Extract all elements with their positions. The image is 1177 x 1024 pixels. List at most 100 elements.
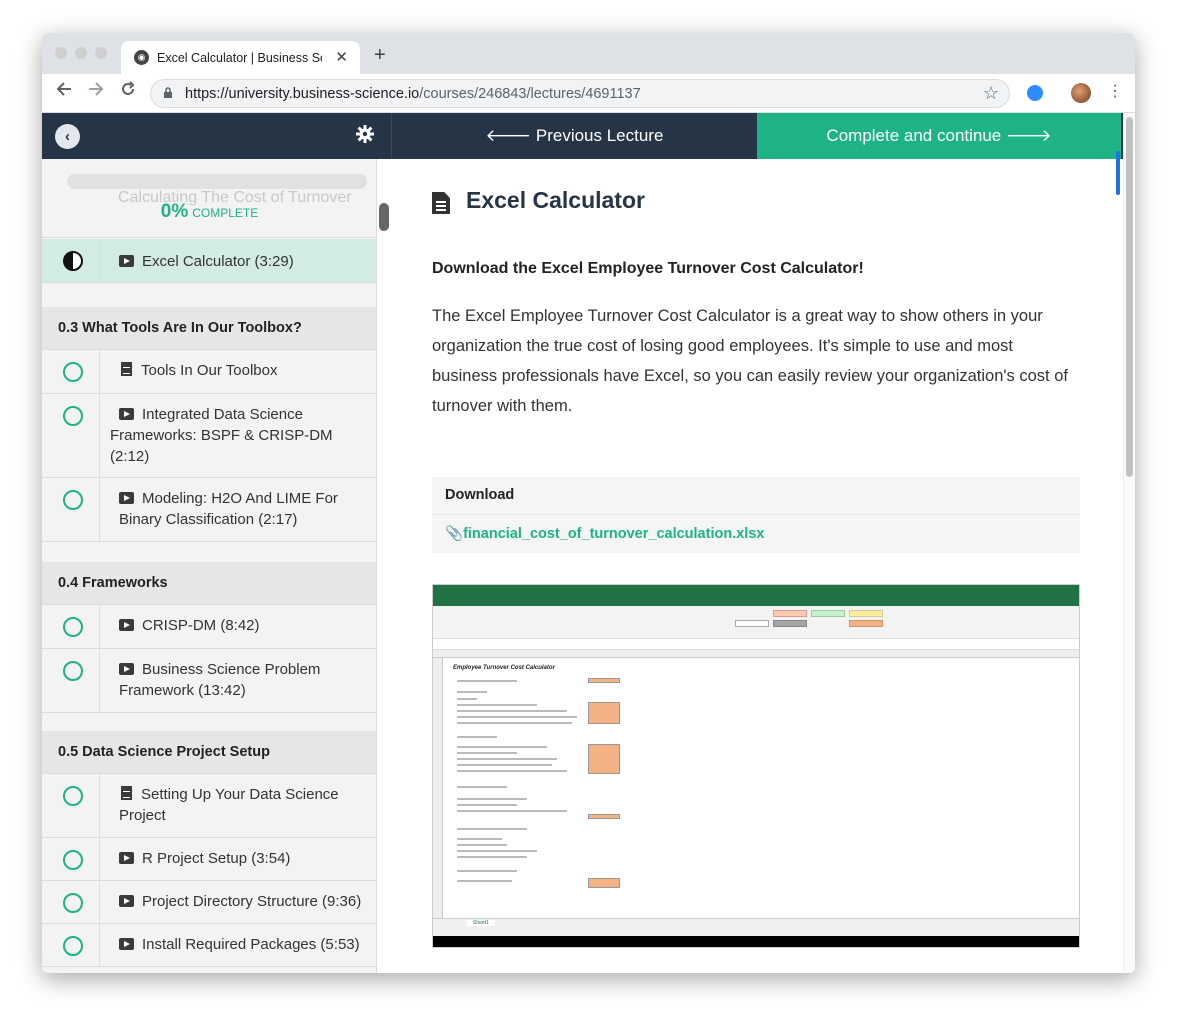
profile-avatar[interactable]	[1071, 83, 1091, 103]
lecture-label: Integrated Data Science Frameworks: BSPF…	[110, 404, 369, 467]
excel-row-headers	[433, 658, 443, 918]
progress-label: COMPLETE	[192, 206, 259, 220]
excel-sheet	[443, 658, 1079, 918]
excel-status-bar	[433, 928, 1079, 936]
lecture-title: Excel Calculator	[466, 187, 645, 213]
lecture-label: R Project Setup (3:54)	[119, 848, 369, 869]
arrow-right-icon: 🡒	[1001, 126, 1052, 145]
status-cell	[42, 649, 100, 712]
complete-and-continue-button[interactable]: Complete and continue 🡒	[757, 113, 1121, 159]
close-window-button[interactable]	[55, 47, 67, 59]
excel-sheet-tabs: Sheet1	[433, 918, 1079, 928]
incomplete-circle-icon	[63, 936, 83, 956]
lecture-title: Tools In Our Toolbox	[141, 362, 278, 379]
video-icon	[119, 408, 134, 420]
status-cell	[42, 239, 100, 282]
video-icon	[119, 852, 134, 864]
video-icon	[119, 255, 134, 267]
document-icon	[432, 192, 450, 214]
new-tab-button[interactable]: +	[374, 44, 386, 67]
lecture-item[interactable]: CRISP-DM (8:42)	[42, 605, 376, 649]
lecture-item[interactable]: R Project Setup (3:54)	[42, 838, 376, 881]
bookmark-star-icon[interactable]: ☆	[983, 83, 999, 104]
lecture-item[interactable]: Setting Up Your Data Science Project	[42, 774, 376, 838]
in-progress-icon	[63, 251, 83, 271]
lecture-title: Integrated Data Science Frameworks: BSPF…	[110, 406, 333, 465]
incomplete-circle-icon	[63, 786, 83, 806]
status-cell	[42, 838, 100, 880]
back-arrow-icon[interactable]	[56, 81, 72, 102]
lecture-item[interactable]: Business Science Problem Framework (13:4…	[42, 649, 376, 713]
status-cell	[42, 881, 100, 923]
reload-icon[interactable]	[120, 81, 136, 102]
lock-icon	[164, 87, 172, 98]
main-scrollbar-thumb[interactable]	[1126, 117, 1133, 477]
video-icon	[119, 663, 134, 675]
incomplete-circle-icon	[63, 850, 83, 870]
scroll-indicator	[1116, 151, 1120, 195]
browser-tab[interactable]: ◉ Excel Calculator | Business Science ✕	[121, 41, 360, 74]
video-icon	[119, 895, 134, 907]
divider	[432, 514, 1080, 515]
tab-strip: ◉ Excel Calculator | Business Science ✕ …	[42, 33, 1135, 74]
download-filename: financial_cost_of_turnover_calculation.x…	[463, 526, 765, 542]
lecture-label: Setting Up Your Data Science Project	[119, 784, 369, 826]
video-icon	[119, 492, 134, 504]
excel-formula-bar	[433, 640, 1079, 650]
course-progress: Calculating The Cost of Turnover 0% COMPL…	[42, 159, 376, 238]
previous-lecture-button[interactable]: 🡐 Previous Lecture	[391, 113, 757, 159]
menu-kebab-icon[interactable]: ⋮	[1107, 81, 1123, 101]
download-link[interactable]: 📎financial_cost_of_turnover_calculation.…	[445, 525, 764, 542]
download-header: Download	[445, 487, 515, 503]
status-cell	[42, 350, 100, 393]
incomplete-circle-icon	[63, 362, 83, 382]
minimize-window-button[interactable]	[75, 47, 87, 59]
lecture-subtitle: Download the Excel Employee Turnover Cos…	[432, 260, 864, 277]
zoom-window-button[interactable]	[95, 47, 107, 59]
page-content: ‹ 🡐 Previous Lecture Complete and contin…	[42, 113, 1135, 973]
lecture-item[interactable]: Integrated Data Science Frameworks: BSPF…	[42, 394, 376, 478]
url-text: https://university.business-science.io/c…	[185, 86, 641, 102]
lecture-title: Install Required Packages (5:53)	[142, 936, 360, 953]
sheet-tab: Sheet1	[467, 920, 495, 926]
address-bar[interactable]: https://university.business-science.io/c…	[150, 79, 1010, 108]
lecture-item-current[interactable]: Excel Calculator (3:29)	[42, 239, 376, 283]
lecture-title: CRISP-DM (8:42)	[142, 617, 260, 634]
lecture-item[interactable]: Project Directory Structure (9:36)	[42, 881, 376, 924]
forward-arrow-icon[interactable]	[88, 81, 104, 102]
progress-text: 0% COMPLETE	[42, 201, 376, 223]
lecture-title: Setting Up Your Data Science Project	[119, 786, 339, 824]
close-tab-icon[interactable]: ✕	[335, 48, 348, 66]
lecture-item[interactable]: Modeling: H2O And LIME For Binary Classi…	[42, 478, 376, 542]
excel-column-headers	[433, 650, 1079, 658]
excel-title-bar	[433, 585, 1079, 606]
section-header: 0.5 Data Science Project Setup	[42, 731, 376, 774]
lecture-label: Excel Calculator (3:29)	[119, 251, 369, 272]
progress-bar	[67, 174, 367, 189]
status-cell	[42, 924, 100, 966]
section-header: 0.4 Frameworks	[42, 562, 376, 605]
course-sidebar[interactable]: Calculating The Cost of Turnover 0% COMPL…	[42, 159, 377, 973]
incomplete-circle-icon	[63, 893, 83, 913]
gear-icon[interactable]	[356, 125, 374, 149]
url-path: /courses/246843/lectures/4691137	[419, 86, 641, 102]
extension-icon[interactable]	[1027, 85, 1043, 101]
tab-title: Excel Calculator | Business Science	[157, 51, 322, 65]
incomplete-circle-icon	[63, 490, 83, 510]
lecture-label: Tools In Our Toolbox	[119, 360, 369, 381]
excel-ribbon	[433, 606, 1079, 639]
lecture-item[interactable]: Install Required Packages (5:53)	[42, 924, 376, 967]
main-scrollbar[interactable]	[1123, 113, 1135, 973]
lecture-item[interactable]: Tools In Our Toolbox	[42, 350, 376, 394]
lecture-description: The Excel Employee Turnover Cost Calcula…	[432, 307, 1068, 415]
lecture-title: Business Science Problem Framework (13:4…	[119, 661, 321, 699]
lecture-topbar: ‹ 🡐 Previous Lecture Complete and contin…	[42, 113, 1135, 159]
progress-percent: 0%	[160, 201, 189, 222]
sidebar-scrollbar[interactable]	[379, 203, 389, 231]
url-host: https://university.business-science.io	[185, 86, 420, 102]
lecture-label: CRISP-DM (8:42)	[119, 615, 369, 636]
document-icon	[121, 786, 132, 800]
lecture-label: Business Science Problem Framework (13:4…	[119, 659, 369, 701]
back-to-course-icon[interactable]: ‹	[55, 124, 80, 149]
browser-window: ◉ Excel Calculator | Business Science ✕ …	[42, 33, 1135, 973]
